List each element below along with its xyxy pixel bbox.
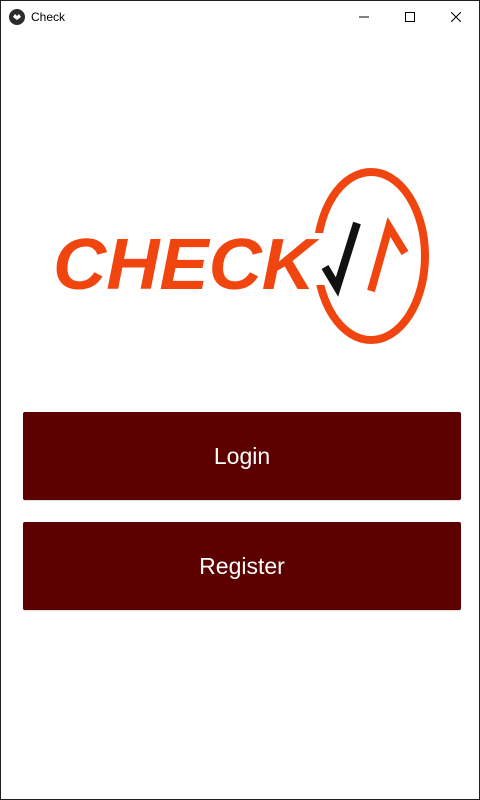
- logo-arrow-mark: [367, 217, 409, 293]
- minimize-button[interactable]: [341, 1, 387, 32]
- app-icon: [9, 8, 25, 25]
- check-logo: CHECK: [53, 168, 429, 344]
- register-button[interactable]: Register: [23, 522, 461, 610]
- window-title: Check: [31, 9, 66, 24]
- login-button[interactable]: Login: [23, 412, 461, 500]
- minimize-icon: [359, 16, 369, 17]
- maximize-button[interactable]: [387, 1, 433, 32]
- close-icon: [451, 11, 461, 22]
- logo-ring: [313, 168, 429, 344]
- app-window: Check CHECK Login Register: [0, 0, 480, 800]
- title-bar[interactable]: Check: [1, 1, 479, 32]
- close-button[interactable]: [433, 1, 479, 32]
- window-controls: [341, 1, 479, 32]
- logo-wordmark: CHECK: [53, 225, 320, 305]
- maximize-icon: [405, 11, 415, 22]
- logo-check-mark: [321, 221, 361, 297]
